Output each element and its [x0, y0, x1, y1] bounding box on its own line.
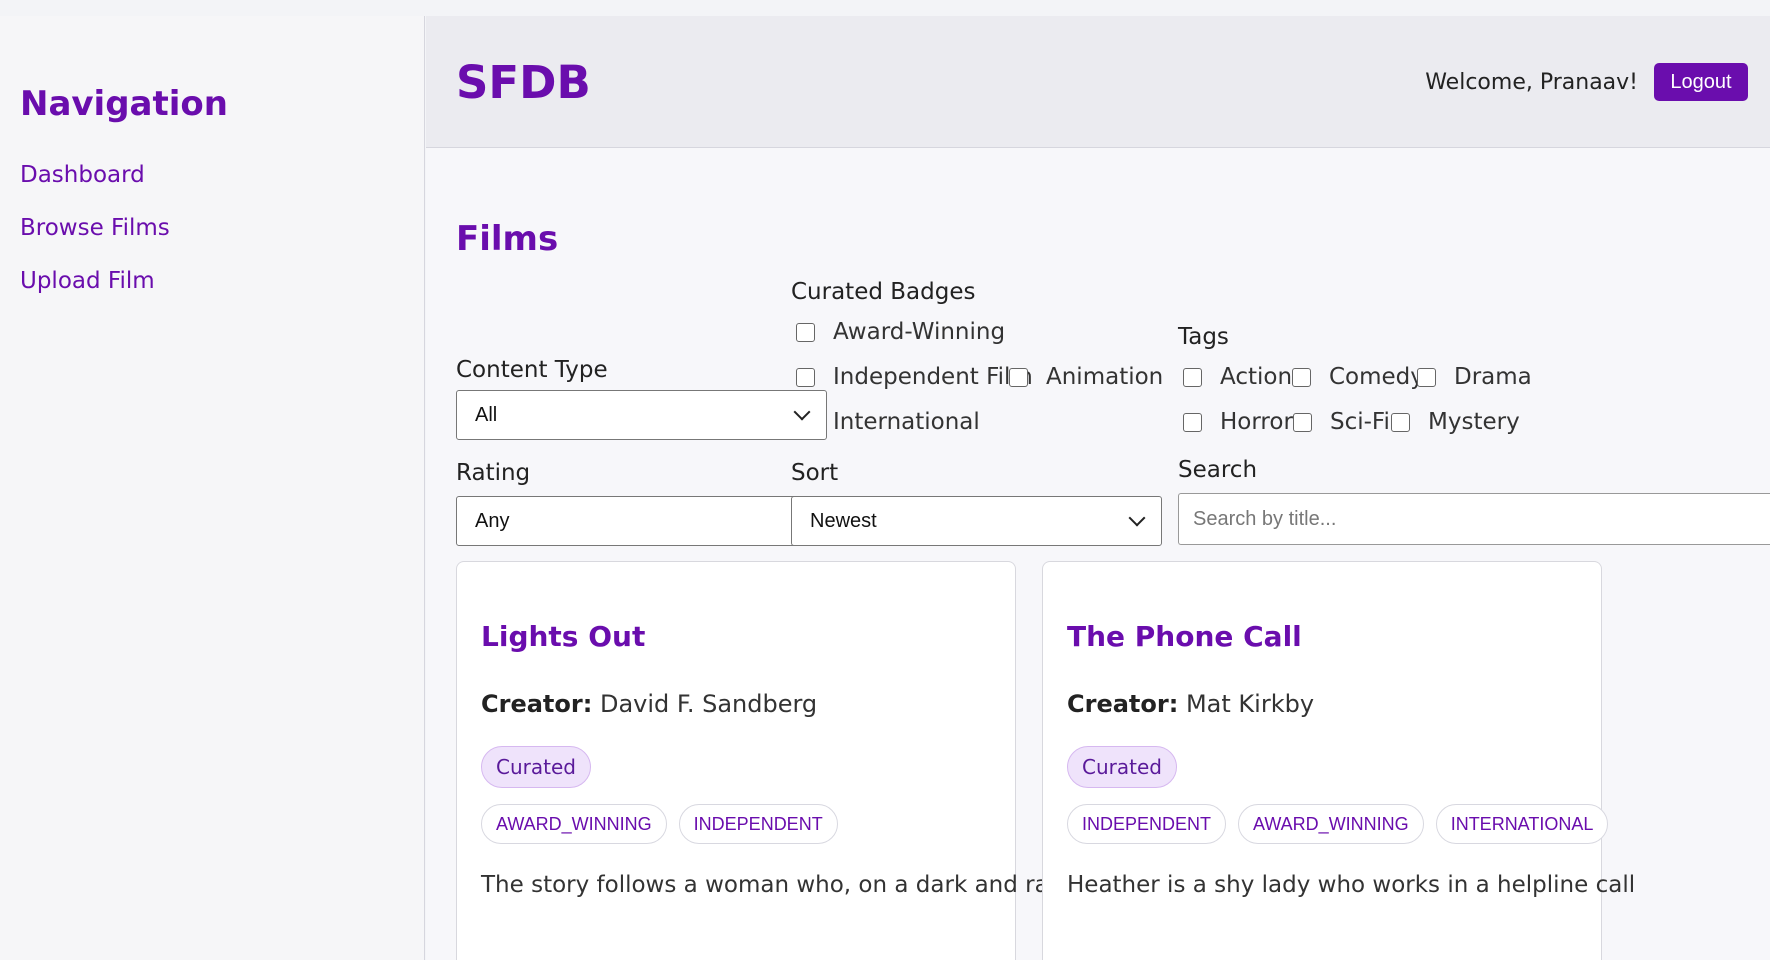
curated-badge: Curated [481, 746, 591, 788]
logout-button[interactable]: Logout [1654, 63, 1748, 101]
tag-drama-label: Drama [1454, 364, 1532, 390]
curated-badge: Curated [1067, 746, 1177, 788]
main-content: SFDB Welcome, Pranaav! Logout Films Cura… [426, 16, 1770, 960]
tag-sci-fi-checkbox[interactable]: Sci-Fi [1293, 409, 1390, 435]
app-header: SFDB Welcome, Pranaav! Logout [426, 16, 1770, 148]
sort-select[interactable]: Newest [791, 496, 1162, 546]
badge-international-label: International [833, 409, 980, 435]
checkbox-box[interactable] [1009, 367, 1028, 387]
tag-comedy-label: Comedy [1329, 364, 1424, 390]
checkbox-box[interactable] [1391, 412, 1410, 432]
film-creator: Creator: Mat Kirkby [1067, 690, 1314, 718]
search-label: Search [1178, 457, 1258, 483]
rating-value: Any [475, 509, 510, 532]
film-tags: AWARD_WINNING INDEPENDENT [481, 804, 838, 844]
badge-animation-label: Animation [1046, 364, 1164, 390]
sidebar-item-upload-film[interactable]: Upload Film [20, 268, 424, 294]
sidebar: Navigation Dashboard Browse Films Upload… [0, 16, 425, 960]
sidebar-title: Navigation [20, 84, 228, 124]
tag-horror-checkbox[interactable]: Horror [1183, 409, 1293, 435]
creator-label: Creator: [1067, 690, 1179, 718]
sidebar-item-browse-films[interactable]: Browse Films [20, 215, 424, 241]
content-type-label: Content Type [456, 357, 608, 383]
checkbox-box[interactable] [1293, 412, 1312, 432]
film-tag: INDEPENDENT [1067, 804, 1227, 844]
checkbox-box[interactable] [1292, 367, 1311, 387]
checkbox-box[interactable] [1183, 367, 1202, 387]
film-title[interactable]: The Phone Call [1067, 620, 1302, 653]
tag-action-label: Action [1220, 364, 1293, 390]
film-card[interactable]: The Phone Call Creator: Mat Kirkby Curat… [1042, 561, 1635, 960]
tag-mystery-label: Mystery [1428, 409, 1520, 435]
film-tag: AWARD_WINNING [481, 804, 667, 844]
tag-sci-fi-label: Sci-Fi [1330, 409, 1390, 435]
checkbox-box[interactable] [796, 322, 815, 342]
film-tag: AWARD_WINNING [1238, 804, 1424, 844]
checkbox-box[interactable] [1183, 412, 1202, 432]
search-input[interactable] [1178, 493, 1770, 545]
film-tag: INDEPENDENT [678, 804, 838, 844]
checkbox-box[interactable] [796, 367, 815, 387]
tag-comedy-checkbox[interactable]: Comedy [1292, 364, 1424, 390]
curated-badges-label: Curated Badges [791, 279, 976, 305]
badge-independent-film-label: Independent Film [833, 364, 1033, 390]
chevron-down-icon [793, 403, 811, 421]
sidebar-item-dashboard[interactable]: Dashboard [20, 162, 424, 188]
rating-label: Rating [456, 460, 531, 486]
badge-award-winning-label: Award-Winning [833, 319, 1006, 345]
creator-label: Creator: [481, 690, 593, 718]
film-tag: INTERNATIONAL [1435, 804, 1609, 844]
film-title[interactable]: Lights Out [481, 620, 645, 653]
creator-name: David F. Sandberg [599, 690, 818, 718]
sort-label: Sort [791, 460, 839, 486]
brand-logo: SFDB [456, 56, 591, 109]
creator-name: Mat Kirkby [1185, 690, 1315, 718]
content-type-value: All [475, 403, 498, 426]
film-card[interactable]: Lights Out Creator: David F. Sandberg Cu… [456, 561, 1083, 960]
film-description: Heather is a shy lady who works in a hel… [1067, 872, 1636, 898]
chevron-down-icon [1128, 509, 1146, 527]
badge-animation-checkbox[interactable]: Animation [1009, 364, 1163, 390]
tag-drama-checkbox[interactable]: Drama [1417, 364, 1532, 390]
welcome-message: Welcome, Pranaav! [1425, 70, 1638, 95]
checkbox-box[interactable] [1417, 367, 1436, 387]
film-description: The story follows a woman who, on a dark… [481, 872, 1084, 898]
tag-action-checkbox[interactable]: Action [1183, 364, 1292, 390]
film-creator: Creator: David F. Sandberg [481, 690, 817, 718]
tag-mystery-checkbox[interactable]: Mystery [1391, 409, 1520, 435]
tags-label: Tags [1178, 324, 1229, 350]
tag-horror-label: Horror [1220, 409, 1293, 435]
top-strip [0, 0, 1770, 16]
rating-select[interactable]: Any [456, 496, 827, 546]
page-title: Films [456, 219, 559, 259]
film-tags: INDEPENDENT AWARD_WINNING INTERNATIONAL [1067, 804, 1609, 844]
content-type-select[interactable]: All [456, 390, 827, 440]
badge-award-winning-checkbox[interactable]: Award-Winning [796, 319, 1005, 345]
sort-value: Newest [810, 509, 877, 532]
badge-independent-film-checkbox[interactable]: Independent Film [796, 364, 1033, 390]
